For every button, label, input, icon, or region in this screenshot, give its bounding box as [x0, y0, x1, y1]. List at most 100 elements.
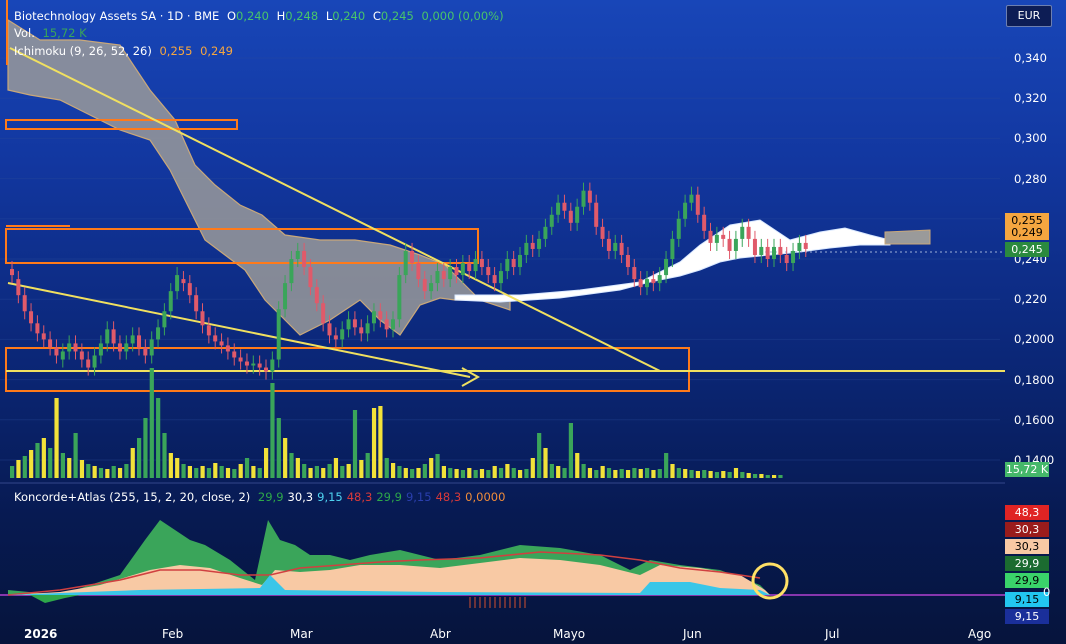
volume-bar	[752, 474, 758, 478]
oscillator-badge: 29,9	[1005, 556, 1049, 571]
candle-body	[289, 259, 294, 284]
volume-bar	[448, 468, 453, 478]
candle-body	[327, 323, 332, 336]
candle-body	[670, 238, 675, 259]
candle-body	[200, 311, 205, 326]
volume-bar	[606, 468, 612, 478]
candle-body	[403, 250, 408, 276]
volume-bar	[206, 468, 212, 478]
koncorde-value: 48,3	[435, 490, 462, 504]
candle-body	[308, 267, 313, 288]
volume-bar	[264, 448, 269, 478]
volume-bar	[721, 471, 726, 478]
x-tick-label: Abr	[430, 627, 451, 641]
candle-body	[67, 343, 72, 352]
volume-legend: Vol. 15,72 K	[14, 26, 91, 40]
koncorde-value: 29,9	[257, 490, 284, 504]
y-tick-label: 0,300	[1014, 131, 1047, 146]
volume-bar	[537, 433, 542, 478]
volume-bar	[314, 466, 319, 478]
candle-body	[746, 226, 751, 239]
candle-body	[645, 279, 649, 288]
candle-body	[213, 335, 218, 342]
oscillator-badge: 30,3	[1005, 539, 1049, 554]
candle-body	[264, 367, 268, 372]
volume-bar	[391, 463, 396, 478]
volume-bar	[410, 469, 415, 478]
volume-bar	[651, 470, 656, 478]
candle-body	[276, 309, 281, 360]
ichimoku-value-1: 0,255	[159, 44, 193, 58]
oscillator-zero-label: 0	[1043, 585, 1051, 599]
candle-body	[441, 271, 446, 280]
candle-body	[137, 335, 141, 348]
volume-bar	[22, 456, 27, 478]
candle-body	[73, 343, 78, 352]
volume-bar	[79, 460, 85, 478]
volume-bar	[175, 458, 180, 478]
volume-bar	[689, 470, 694, 478]
candle-body	[429, 283, 434, 292]
volume-bar	[397, 466, 402, 478]
candle-body	[416, 263, 421, 280]
volume-bar	[352, 410, 358, 478]
candle-body	[606, 238, 611, 251]
candle-body	[321, 303, 326, 324]
oscillator-badge: 48,3	[1005, 505, 1049, 520]
volume-bar	[714, 472, 720, 478]
candle-body	[797, 242, 802, 251]
volume-bar	[67, 458, 72, 478]
volume-bar	[340, 466, 345, 478]
candle-body	[251, 363, 256, 366]
candle-body	[568, 210, 573, 223]
candle-body	[391, 319, 395, 330]
koncorde-negative-area	[30, 595, 80, 603]
candle-body	[727, 238, 732, 251]
volume-bar	[778, 475, 783, 478]
volume-bar	[117, 468, 123, 478]
volume-bar	[283, 438, 288, 478]
currency-button[interactable]: EUR	[1006, 5, 1052, 27]
volume-bar	[365, 453, 370, 478]
candle-body	[92, 355, 97, 368]
volume-bar	[613, 470, 618, 478]
price-badge: 0,245	[1005, 242, 1049, 257]
candle-body	[524, 242, 529, 255]
candle-body	[410, 250, 415, 264]
koncorde-value: 30,3	[287, 490, 314, 504]
candle-body	[778, 246, 783, 255]
candle-body	[537, 238, 542, 249]
volume-bar	[473, 470, 478, 478]
volume-bar	[73, 433, 78, 478]
volume-bar	[257, 468, 262, 478]
ichimoku-legend: Ichimoku (9, 26, 52, 26) 0,255 0,249	[14, 44, 237, 58]
candle-body	[632, 267, 637, 280]
candle-body	[168, 291, 173, 312]
volume-bar	[156, 398, 161, 478]
candle-body	[689, 194, 694, 203]
candle-body	[181, 279, 186, 284]
volume-bar	[530, 458, 535, 478]
candle-body	[371, 311, 376, 324]
volume-bar	[505, 464, 510, 478]
volume-bar	[454, 469, 459, 478]
volume-bar	[137, 438, 142, 478]
candle-body	[143, 347, 148, 356]
koncorde-value: 9,15	[317, 490, 343, 504]
volume-bar	[327, 464, 332, 478]
y-tick-label: 0,220	[1014, 292, 1047, 307]
support-zone	[5, 347, 690, 392]
volume-bar	[105, 469, 110, 478]
candle-body	[486, 267, 491, 276]
candle-body	[772, 246, 776, 259]
price-badge: 0,249	[1005, 225, 1049, 240]
koncorde-value: 48,3	[346, 490, 373, 504]
koncorde-value: 9,15	[405, 490, 432, 504]
candle-body	[467, 263, 472, 272]
volume-bar	[111, 466, 116, 478]
candle-body	[581, 190, 586, 207]
volume-bar	[219, 466, 224, 478]
volume-bar	[498, 468, 504, 478]
candle-body	[619, 242, 624, 255]
price-chart[interactable]	[0, 0, 1066, 644]
